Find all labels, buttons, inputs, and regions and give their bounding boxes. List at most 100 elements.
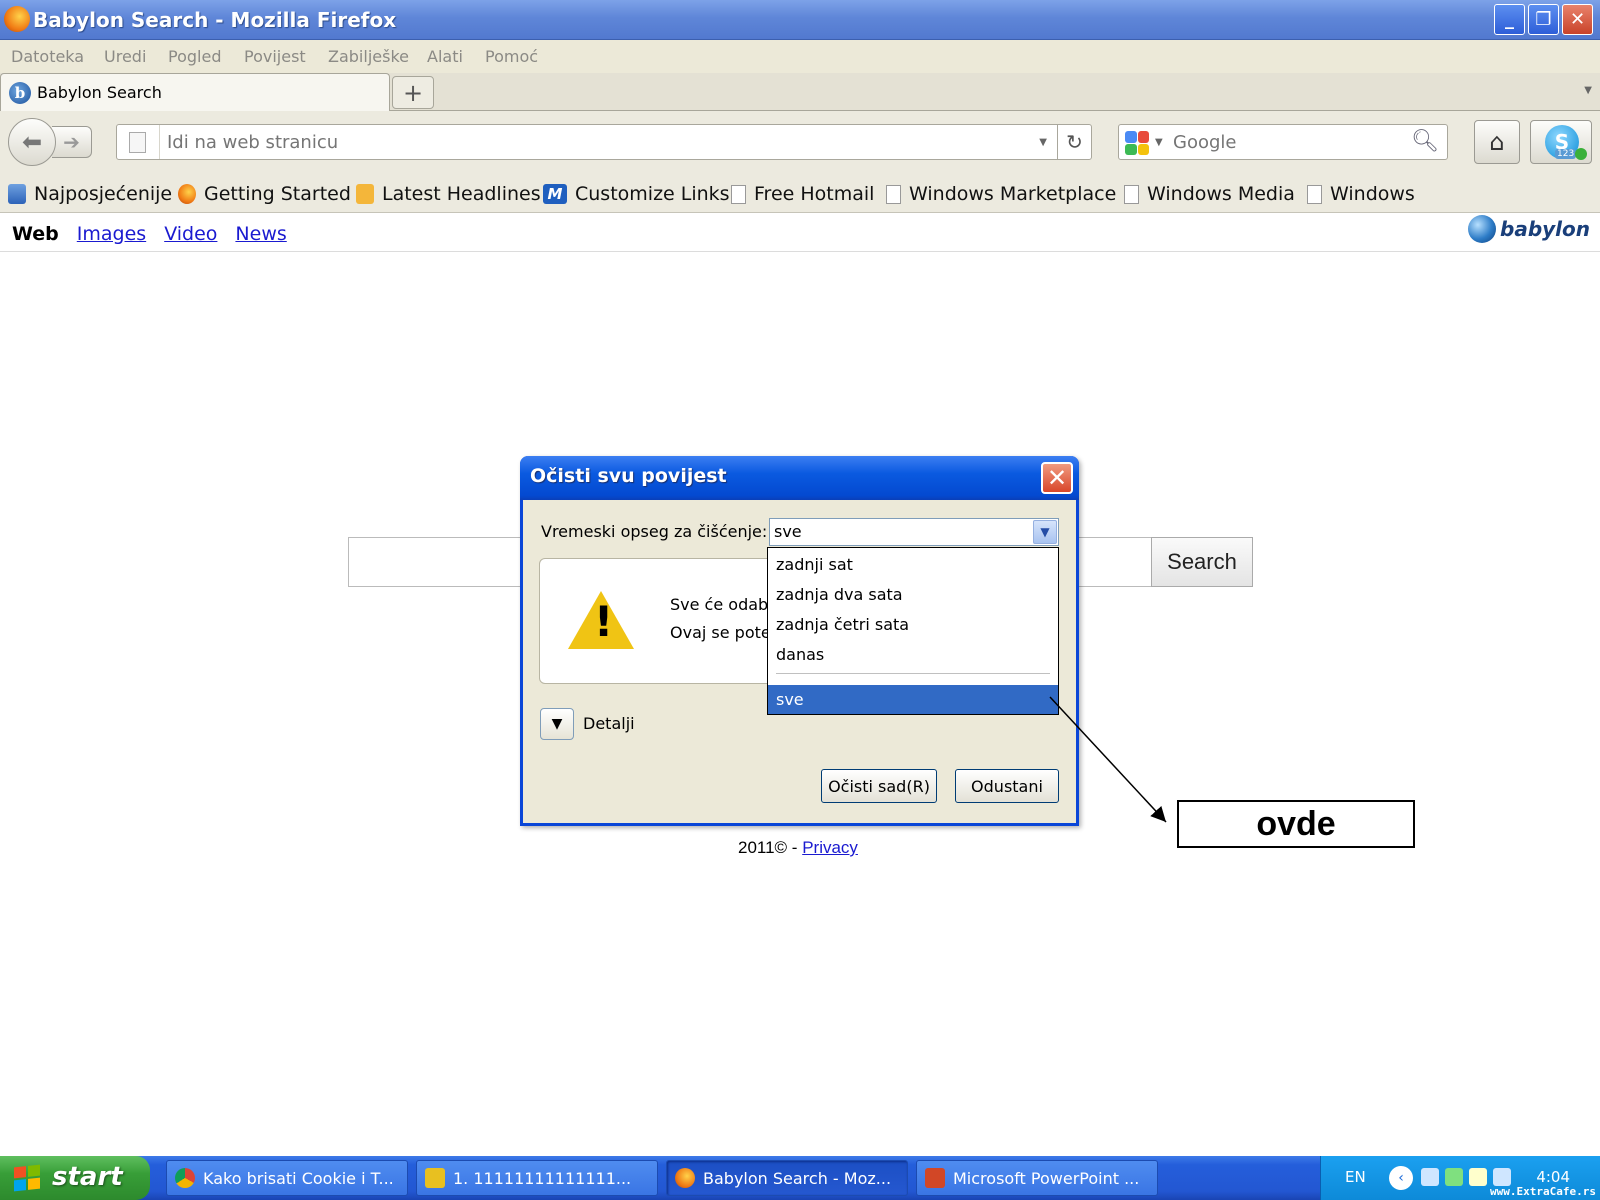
globe-icon <box>1468 215 1496 243</box>
time-range-label: Vremeski opseg za čišćenje: <box>541 522 768 541</box>
dropdown-separator <box>776 673 1050 674</box>
url-input[interactable] <box>167 129 1007 155</box>
bookmark-latest-headlines[interactable]: Latest Headlines <box>356 182 541 206</box>
warning-message-line2: Ovaj se pote <box>670 623 771 642</box>
bookmark-label: Windows Marketplace <box>909 183 1117 205</box>
list-all-tabs-icon[interactable]: ▼ <box>1584 85 1592 96</box>
menu-pomoc[interactable]: Pomoć <box>485 47 538 66</box>
reload-button[interactable]: ↻ <box>1057 125 1091 159</box>
bookmark-najposjecenije[interactable]: Najposjećenije <box>8 182 172 206</box>
page-icon <box>1307 184 1322 204</box>
clear-now-button[interactable]: Očisti sad(R) <box>821 769 937 803</box>
tab-web[interactable]: Web <box>12 223 59 245</box>
skype-button[interactable]: S 123 <box>1530 120 1592 164</box>
details-toggle-button[interactable]: ▼ <box>540 708 574 740</box>
navigation-toolbar: ➔ ⬅ ▼ ↻ ▼ 🔍︎ ⌂ S 123 <box>0 111 1600 175</box>
bookmark-label: Customize Links <box>575 183 730 205</box>
option-last-four-hours[interactable]: zadnja četri sata <box>768 610 1058 639</box>
page-footer: 2011© - Privacy <box>738 838 858 858</box>
search-input[interactable] <box>1173 129 1403 155</box>
notes-icon <box>425 1168 445 1188</box>
close-window-button[interactable]: ✕ <box>1562 4 1593 35</box>
bookmark-label: Latest Headlines <box>382 183 541 205</box>
url-history-dropdown-icon[interactable]: ▼ <box>1039 137 1047 148</box>
task-notes[interactable]: 1. 11111111111111... <box>416 1160 658 1196</box>
url-bar[interactable]: ▼ ↻ <box>116 124 1092 160</box>
network-icon[interactable] <box>1421 1168 1439 1186</box>
dialog-close-button[interactable]: ✕ <box>1041 462 1073 494</box>
task-label: 1. 11111111111111... <box>453 1168 632 1188</box>
tab-images[interactable]: Images <box>77 223 146 245</box>
babylon-logo: babylon <box>1468 213 1590 245</box>
window-title: Babylon Search - Mozilla Firefox <box>33 8 397 32</box>
bookmark-windows[interactable]: Windows <box>1307 182 1415 206</box>
menu-uredi[interactable]: Uredi <box>104 47 146 66</box>
chrome-icon <box>175 1168 195 1188</box>
privacy-link[interactable]: Privacy <box>802 838 858 857</box>
menu-alati[interactable]: Alati <box>427 47 463 66</box>
menu-povijest[interactable]: Povijest <box>244 47 306 66</box>
search-bar[interactable]: ▼ 🔍︎ <box>1118 124 1448 160</box>
menu-zabiljeske[interactable]: Zabilješke <box>328 47 409 66</box>
page-icon <box>886 184 901 204</box>
bookmark-label: Windows Media <box>1147 183 1295 205</box>
windows-logo-icon <box>14 1164 40 1192</box>
tray-app-icon[interactable] <box>1469 1168 1487 1186</box>
option-last-hour[interactable]: zadnji sat <box>768 550 1058 579</box>
task-label: Microsoft PowerPoint ... <box>953 1168 1140 1188</box>
window-titlebar: Babylon Search - Mozilla Firefox _ ❐ ✕ <box>0 0 1600 40</box>
menu-datoteka[interactable]: Datoteka <box>11 47 84 66</box>
task-chrome[interactable]: Kako brisati Cookie i T... <box>166 1160 408 1196</box>
volume-icon[interactable] <box>1493 1168 1511 1186</box>
chevron-down-icon[interactable]: ▼ <box>1033 520 1057 544</box>
time-range-value: sve <box>774 522 802 541</box>
language-indicator[interactable]: EN <box>1345 1168 1366 1186</box>
engine-dropdown-icon[interactable]: ▼ <box>1155 137 1163 148</box>
tab-babylon-search[interactable]: b Babylon Search <box>0 73 390 112</box>
details-label[interactable]: Detalji <box>583 714 635 733</box>
home-button[interactable]: ⌂ <box>1474 120 1520 164</box>
url-separator <box>159 125 160 159</box>
bookmark-label: Free Hotmail <box>754 183 875 205</box>
task-label: Babylon Search - Moz... <box>703 1168 892 1188</box>
maximize-button[interactable]: ❐ <box>1528 4 1559 35</box>
signal-icon[interactable] <box>1445 1168 1463 1186</box>
firefox-icon <box>4 6 30 32</box>
bookmark-windows-media[interactable]: Windows Media <box>1124 182 1295 206</box>
tab-video[interactable]: Video <box>164 223 217 245</box>
bookmark-getting-started[interactable]: Getting Started <box>178 182 351 206</box>
page-icon <box>1124 184 1139 204</box>
back-button[interactable]: ⬅ <box>8 118 56 166</box>
option-everything[interactable]: sve <box>768 685 1058 714</box>
menu-pogled[interactable]: Pogled <box>168 47 221 66</box>
show-hidden-icons-icon[interactable]: ‹ <box>1389 1166 1413 1190</box>
bookmark-customize-links[interactable]: M Customize Links <box>543 182 730 206</box>
start-button[interactable]: start <box>0 1156 150 1200</box>
dialog-title: Očisti svu povijest <box>530 465 727 487</box>
page-identity-icon[interactable] <box>129 132 146 153</box>
forward-button[interactable]: ➔ <box>52 126 92 158</box>
bookmark-free-hotmail[interactable]: Free Hotmail <box>731 182 874 206</box>
time-range-select[interactable]: sve ▼ <box>769 518 1059 546</box>
search-icon[interactable]: 🔍︎ <box>1411 129 1439 154</box>
exclamation-icon: ! <box>594 597 614 646</box>
task-firefox[interactable]: Babylon Search - Moz... <box>666 1160 908 1196</box>
cancel-button[interactable]: Odustani <box>955 769 1059 803</box>
babylon-search-button[interactable]: Search <box>1151 537 1253 587</box>
clock[interactable]: 4:04 <box>1536 1168 1570 1186</box>
tab-news[interactable]: News <box>235 223 286 245</box>
google-engine-icon[interactable] <box>1125 131 1149 155</box>
logo-text: babylon <box>1500 217 1590 241</box>
option-today[interactable]: danas <box>768 640 1058 669</box>
skype-status-icon <box>1575 148 1587 160</box>
new-tab-button[interactable]: + <box>392 76 434 109</box>
bookmark-label: Najposjećenije <box>34 183 173 205</box>
bookmark-windows-marketplace[interactable]: Windows Marketplace <box>886 182 1116 206</box>
dialog-titlebar: Očisti svu povijest ✕ <box>520 456 1079 500</box>
bookmark-label: Windows <box>1330 183 1415 205</box>
task-powerpoint[interactable]: Microsoft PowerPoint ... <box>916 1160 1158 1196</box>
arrow-left-icon: ⬅ <box>21 128 43 156</box>
option-last-two-hours[interactable]: zadnja dva sata <box>768 580 1058 609</box>
page-icon <box>731 184 746 204</box>
minimize-button[interactable]: _ <box>1494 4 1525 35</box>
